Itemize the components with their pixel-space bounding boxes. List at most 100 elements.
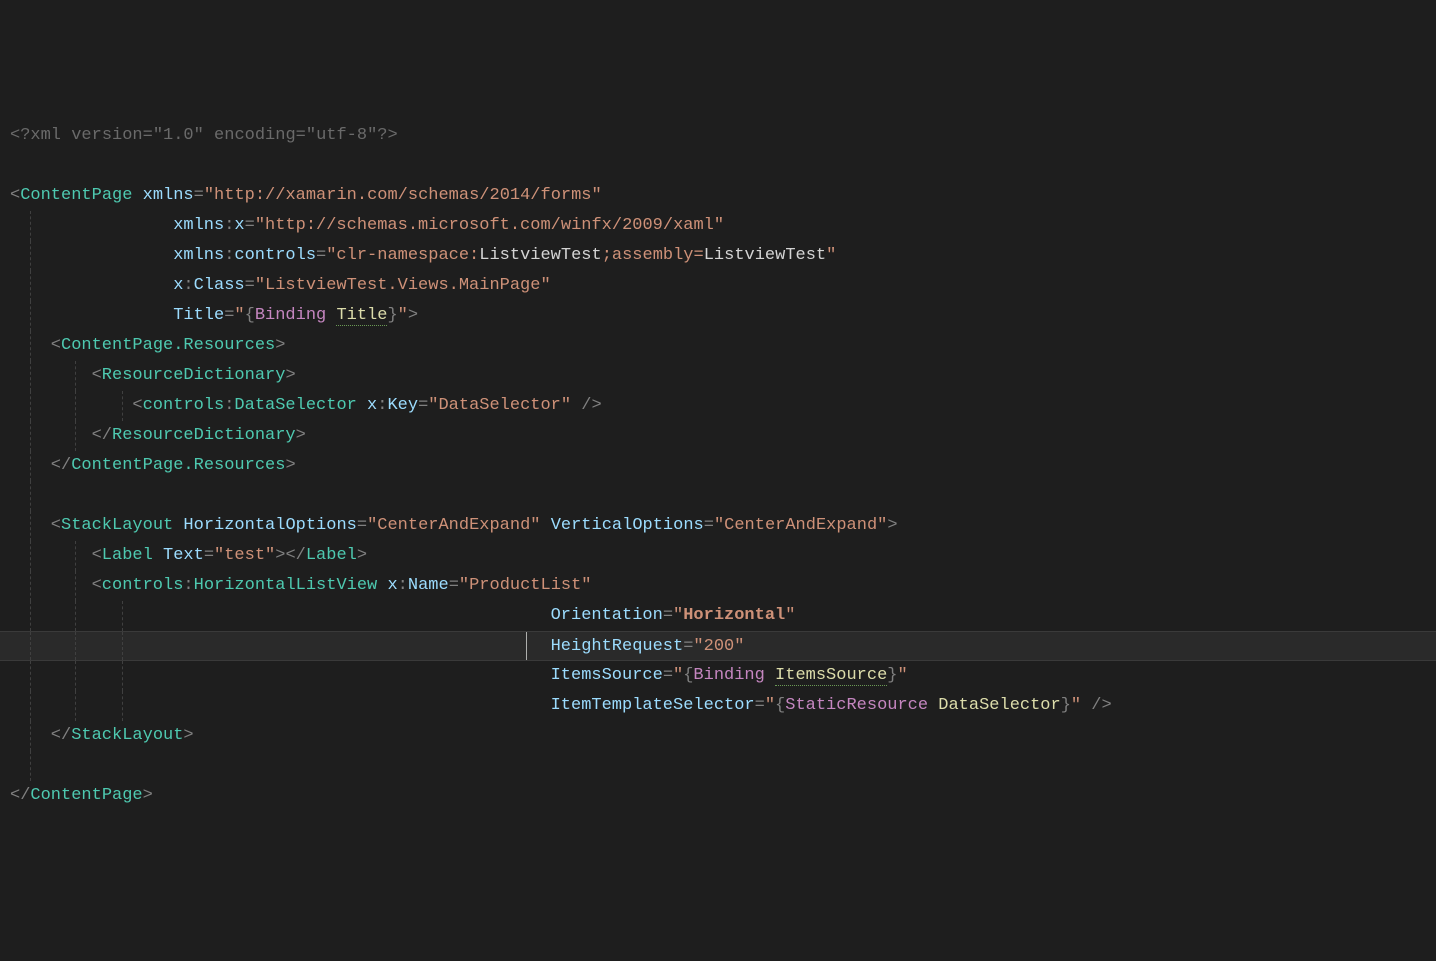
token: > (183, 726, 193, 745)
line-content[interactable]: Orientation="Horizontal" (10, 601, 795, 631)
code-line[interactable]: Orientation="Horizontal" (0, 601, 1436, 631)
token: x (367, 396, 377, 415)
token: > (285, 366, 295, 385)
token: "http://schemas.microsoft.com/winfx/2009… (255, 216, 724, 235)
code-line[interactable]: <Label Text="test"></Label> (0, 541, 1436, 571)
code-line[interactable]: </ResourceDictionary> (0, 421, 1436, 451)
token: Label (306, 546, 357, 565)
gutter (0, 331, 10, 361)
code-line[interactable]: <ContentPage xmlns="http://xamarin.com/s… (0, 181, 1436, 211)
code-line[interactable]: <controls:DataSelector x:Key="DataSelect… (0, 391, 1436, 421)
token (928, 696, 938, 715)
line-content[interactable]: <ContentPage.Resources> (10, 331, 285, 361)
code-line[interactable]: </ContentPage.Resources> (0, 451, 1436, 481)
gutter (0, 271, 10, 301)
token: : (224, 246, 234, 265)
code-line[interactable]: ItemTemplateSelector="{StaticResource Da… (0, 691, 1436, 721)
code-line[interactable]: <controls:HorizontalListView x:Name="Pro… (0, 571, 1436, 601)
line-content[interactable]: <ResourceDictionary> (10, 361, 296, 391)
token: xml version (30, 126, 142, 145)
line-content[interactable]: <ContentPage xmlns="http://xamarin.com/s… (10, 181, 602, 211)
token: < (51, 516, 61, 535)
token (765, 666, 775, 685)
code-line[interactable] (0, 751, 1436, 781)
token: xmlns (173, 246, 224, 265)
indent-guide (30, 661, 31, 691)
code-editor[interactable]: <?xml version="1.0" encoding="utf-8"?><C… (0, 121, 1436, 811)
line-content[interactable]: </StackLayout> (10, 721, 194, 751)
line-content[interactable]: <?xml version="1.0" encoding="utf-8"?> (10, 121, 398, 151)
code-line[interactable]: </StackLayout> (0, 721, 1436, 751)
code-line[interactable]: HeightRequest="200" (0, 631, 1436, 661)
line-content[interactable]: <StackLayout HorizontalOptions="CenterAn… (10, 511, 898, 541)
gutter (0, 481, 10, 511)
token: = (143, 126, 153, 145)
token: /> (571, 396, 602, 415)
token: Title (173, 306, 224, 325)
code-line[interactable]: x:Class="ListviewTest.Views.MainPage" (0, 271, 1436, 301)
code-line[interactable]: <StackLayout HorizontalOptions="CenterAn… (0, 511, 1436, 541)
token: x (387, 576, 397, 595)
token: { (683, 666, 693, 685)
gutter (0, 511, 10, 541)
indent-guide (30, 241, 31, 271)
indent-guide (30, 511, 31, 541)
indent-guide (30, 391, 31, 421)
indent-guide (122, 691, 123, 721)
token: : (183, 576, 193, 595)
code-line[interactable] (0, 481, 1436, 511)
line-content[interactable]: <Label Text="test"></Label> (10, 541, 367, 571)
line-content[interactable]: Title="{Binding Title}"> (10, 301, 418, 331)
token (326, 306, 336, 325)
gutter (0, 361, 10, 391)
token: Label (102, 546, 153, 565)
code-line[interactable]: <?xml version="1.0" encoding="utf-8"?> (0, 121, 1436, 151)
line-content[interactable]: <controls:HorizontalListView x:Name="Pro… (10, 571, 592, 601)
token: </ (92, 426, 112, 445)
token: ItemsSource (551, 666, 663, 685)
indent-guide (30, 361, 31, 391)
token: = (296, 126, 306, 145)
code-line[interactable]: <ContentPage.Resources> (0, 331, 1436, 361)
token: encoding (204, 126, 296, 145)
token: : (224, 216, 234, 235)
code-line[interactable]: Title="{Binding Title}"> (0, 301, 1436, 331)
line-content[interactable]: x:Class="ListviewTest.Views.MainPage" (10, 271, 551, 301)
line-content[interactable]: </ContentPage.Resources> (10, 451, 296, 481)
token: } (387, 306, 397, 325)
token: = (316, 246, 326, 265)
token: "ListviewTest.Views.MainPage" (255, 276, 551, 295)
line-content[interactable]: ItemsSource="{Binding ItemsSource}" (10, 661, 908, 691)
token: = (357, 516, 367, 535)
gutter (0, 541, 10, 571)
token: < (51, 336, 61, 355)
line-content[interactable]: ItemTemplateSelector="{StaticResource Da… (10, 691, 1112, 721)
code-line[interactable]: ItemsSource="{Binding ItemsSource}" (0, 661, 1436, 691)
line-content[interactable]: xmlns:controls="clr-namespace:ListviewTe… (10, 241, 836, 271)
token: Title (336, 306, 387, 326)
token: > (285, 456, 295, 475)
token: StaticResource (785, 696, 928, 715)
token: Class (194, 276, 245, 295)
code-line[interactable]: xmlns:controls="clr-namespace:ListviewTe… (0, 241, 1436, 271)
line-content[interactable]: </ContentPage> (10, 781, 153, 811)
indent-guide (75, 391, 76, 421)
code-line[interactable] (0, 151, 1436, 181)
token: < (10, 186, 20, 205)
indent-guide (75, 421, 76, 451)
gutter (0, 301, 10, 331)
code-line[interactable]: <ResourceDictionary> (0, 361, 1436, 391)
token: " (398, 306, 408, 325)
token: Name (408, 576, 449, 595)
code-line[interactable]: </ContentPage> (0, 781, 1436, 811)
indent-guide (30, 331, 31, 361)
line-content[interactable]: xmlns:x="http://schemas.microsoft.com/wi… (10, 211, 724, 241)
line-content[interactable]: </ResourceDictionary> (10, 421, 306, 451)
token: StackLayout (61, 516, 173, 535)
line-content[interactable]: HeightRequest="200" (10, 632, 744, 660)
token: /> (1081, 696, 1112, 715)
token: = (755, 696, 765, 715)
token: Binding (693, 666, 764, 685)
line-content[interactable]: <controls:DataSelector x:Key="DataSelect… (10, 391, 602, 421)
code-line[interactable]: xmlns:x="http://schemas.microsoft.com/wi… (0, 211, 1436, 241)
